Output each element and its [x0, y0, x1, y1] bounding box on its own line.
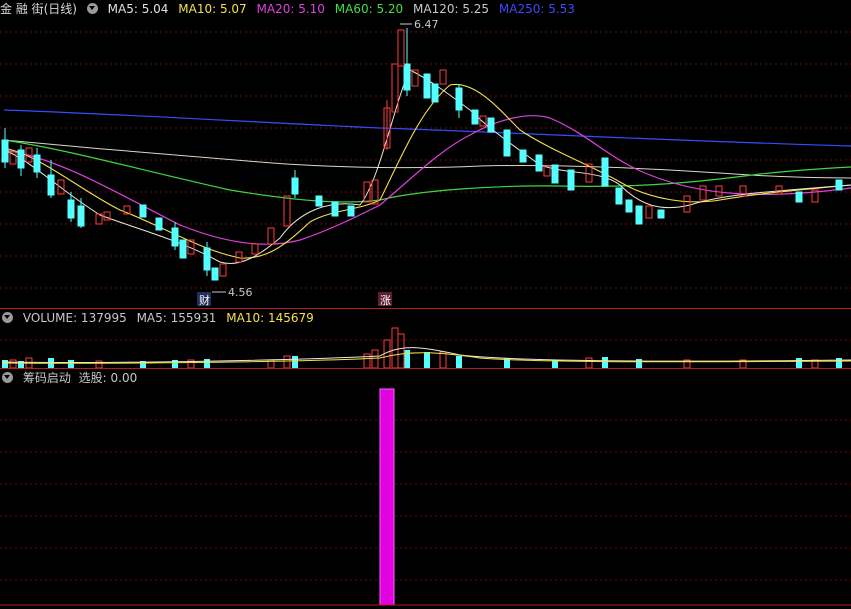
volume-header: VOLUME: 137995 MA5: 155931 MA10: 145679 — [0, 310, 320, 326]
low-annotation: 4.56 — [212, 286, 253, 299]
high-price-label: 6.47 — [414, 18, 439, 31]
marker-zhang-text: 涨 — [380, 294, 391, 307]
price-volume-divider — [0, 308, 851, 309]
volume-ma10: MA10: 145679 — [226, 311, 314, 325]
indicator-header: 筹码启动 选股: 0.00 — [0, 370, 143, 386]
marker-zhang[interactable]: 涨 — [378, 292, 392, 307]
high-annotation: 6.47 — [400, 18, 439, 31]
indicator-select-value: 选股: 0.00 — [78, 371, 138, 385]
low-price-label: 4.56 — [228, 286, 253, 299]
volume-ma5: MA5: 155931 — [136, 311, 217, 325]
marker-cai[interactable]: 财 — [197, 292, 211, 307]
volume-title: VOLUME: 137995 — [22, 311, 127, 325]
ma10-line — [3, 83, 851, 259]
signal-bar — [379, 388, 395, 606]
chart-canvas[interactable]: 6.47 4.56 财 涨 — [0, 0, 851, 609]
indicator-title[interactable]: 筹码启动 — [23, 371, 71, 385]
candlesticks — [1, 28, 843, 281]
volume-bars — [1, 327, 851, 369]
ma20-line — [3, 115, 851, 245]
ma120-line — [3, 139, 851, 179]
indicator-panel-settings-icon[interactable] — [2, 372, 13, 383]
marker-cai-text: 财 — [199, 293, 210, 307]
volume-settings-icon[interactable] — [2, 312, 13, 323]
volume-indicator-divider — [0, 368, 851, 369]
